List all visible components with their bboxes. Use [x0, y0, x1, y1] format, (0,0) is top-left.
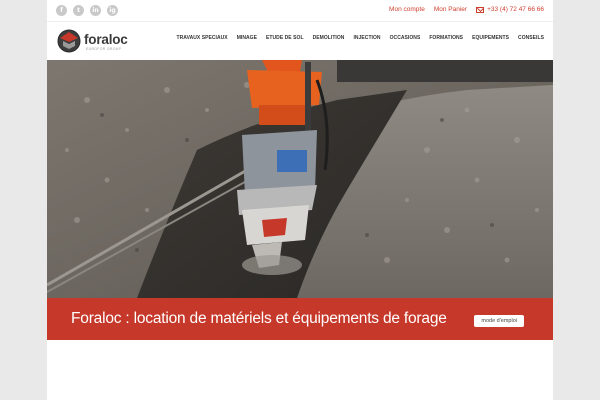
header: foraloc EUROFOR GROUP TRAVAUX SPECIAUX M…: [47, 22, 553, 60]
account-link[interactable]: Mon compte: [389, 6, 425, 13]
main-nav: TRAVAUX SPECIAUX MINAGE ETUDE DE SOL DEM…: [177, 35, 544, 41]
nav-item-occasions[interactable]: OCCASIONS: [390, 35, 421, 41]
page: f t in ig Mon compte Mon Panier +33 (4) …: [47, 0, 553, 400]
social-links: f t in ig: [56, 5, 118, 16]
logo-name: foraloc: [84, 32, 128, 47]
logo-tagline: EUROFOR GROUP: [86, 47, 122, 51]
hero-banner: Foraloc : location de matériels et équip…: [47, 298, 553, 340]
nav-item-conseils[interactable]: CONSEILS: [518, 35, 544, 41]
nav-item-injection[interactable]: INJECTION: [353, 35, 380, 41]
contact-link[interactable]: +33 (4) 72 47 66 66: [476, 6, 544, 13]
linkedin-icon[interactable]: in: [90, 5, 101, 16]
logo[interactable]: foraloc EUROFOR GROUP: [56, 28, 136, 56]
nav-item-equipements[interactable]: EQUIPEMENTS: [472, 35, 509, 41]
facebook-icon[interactable]: f: [56, 5, 67, 16]
instagram-icon[interactable]: ig: [107, 5, 118, 16]
user-guide-button[interactable]: mode d'emploi: [474, 315, 524, 327]
mail-icon: [476, 6, 485, 13]
top-links: Mon compte Mon Panier +33 (4) 72 47 66 6…: [389, 6, 544, 13]
nav-item-minage[interactable]: MINAGE: [237, 35, 257, 41]
hero-image: [47, 60, 553, 298]
nav-item-formations[interactable]: FORMATIONS: [429, 35, 463, 41]
twitter-icon[interactable]: t: [73, 5, 84, 16]
phone-number: +33 (4) 72 47 66 66: [487, 6, 544, 13]
logo-mark-icon: [57, 29, 81, 53]
nav-item-travaux-speciaux[interactable]: TRAVAUX SPECIAUX: [177, 35, 228, 41]
nav-item-demolition[interactable]: DEMOLITION: [313, 35, 345, 41]
cart-link[interactable]: Mon Panier: [434, 6, 467, 13]
hero-photo: [47, 60, 553, 298]
nav-item-etude-de-sol[interactable]: ETUDE DE SOL: [266, 35, 304, 41]
top-bar: f t in ig Mon compte Mon Panier +33 (4) …: [47, 0, 553, 22]
banner-title: Foraloc : location de matériels et équip…: [71, 310, 447, 327]
